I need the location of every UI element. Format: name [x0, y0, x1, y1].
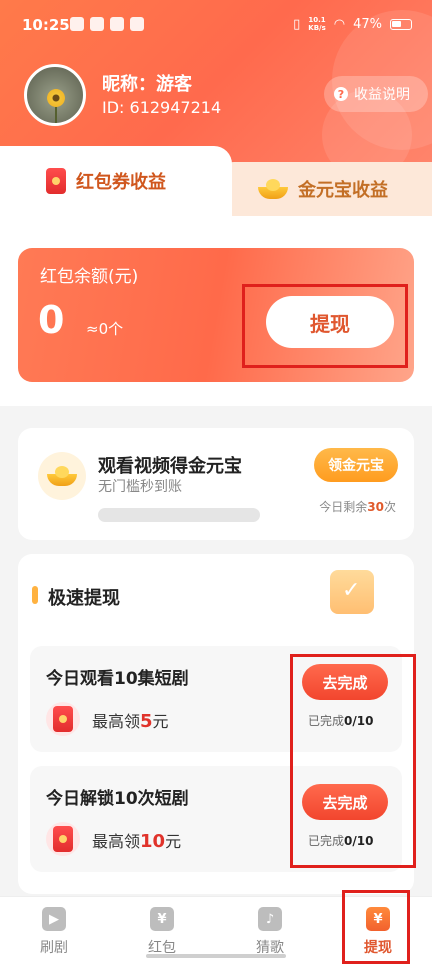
balance-label: 红包余额(元)	[40, 267, 139, 287]
highlight-box	[290, 654, 416, 868]
mail-icon	[70, 17, 84, 31]
gold-ingot-badge	[38, 452, 86, 500]
help-label: 收益说明	[354, 87, 410, 103]
highlight-box	[342, 890, 410, 964]
remaining-count: 今日剩余30次	[319, 500, 396, 514]
battery-text: 47%	[353, 16, 382, 32]
battery-icon	[390, 18, 412, 30]
app-notification-icon	[110, 17, 124, 31]
red-packet-icon-badge	[46, 822, 80, 856]
calendar-check-icon	[330, 570, 374, 614]
earnings-tabs: 金元宝收益 红包券收益	[0, 146, 432, 216]
status-time: 10:25	[22, 16, 70, 34]
video-task-subtitle: 无门槛秒到账	[98, 479, 182, 495]
notification-icons	[70, 17, 144, 31]
flower-image	[47, 89, 65, 107]
red-packet-icon	[46, 168, 66, 194]
home-indicator[interactable]	[146, 954, 286, 958]
video-task-title: 观看视频得金元宝	[98, 456, 242, 477]
task-title: 今日解锁10次短剧	[46, 789, 189, 809]
net-speed: 10.1 KB/s	[308, 16, 326, 32]
fast-withdraw-title: 极速提现	[48, 588, 120, 609]
tab-red-packet[interactable]: 红包券收益	[0, 146, 232, 216]
red-packet-icon-badge	[46, 702, 80, 736]
task-reward: 最高领10元	[92, 831, 182, 852]
highlight-box	[242, 284, 408, 368]
claim-gold-button[interactable]: 领金元宝	[314, 448, 398, 482]
gold-ingot-icon	[47, 466, 77, 486]
wifi-icon: ◠	[333, 16, 346, 32]
balance-coins: ≈0个	[86, 320, 124, 338]
red-packet-icon	[53, 826, 73, 852]
task-reward: 最高领5元	[92, 711, 169, 732]
user-id: ID: 612947214	[102, 98, 222, 117]
video-icon: ▶	[42, 907, 66, 931]
balance-card: 红包余额(元) 0 ≈0个 提现	[18, 248, 414, 382]
balance-amount: 0	[38, 298, 65, 342]
question-icon: ?	[334, 87, 348, 101]
nav-item-shuaju[interactable]: ▶ 刷剧	[0, 897, 108, 964]
section-marker	[32, 586, 38, 604]
task-title: 今日观看10集短剧	[46, 669, 189, 689]
video-reward-card: 观看视频得金元宝 无门槛秒到账 领金元宝 今日剩余30次	[18, 428, 414, 540]
earnings-help-button[interactable]: ? 收益说明	[324, 76, 428, 112]
vibrate-icon: ▯	[293, 16, 301, 32]
video-task-progress-bar	[98, 508, 260, 522]
avatar[interactable]	[24, 64, 86, 126]
nickname: 昵称：游客	[102, 74, 192, 95]
status-right: ▯ 10.1 KB/s ◠ 47%	[293, 16, 412, 32]
red-packet-icon	[53, 706, 73, 732]
tiktok-icon	[130, 17, 144, 31]
gold-ingot-icon	[258, 179, 288, 199]
status-bar: 10:25 ▯ 10.1 KB/s ◠ 47%	[0, 0, 432, 52]
tab-gold-ingot[interactable]: 金元宝收益	[218, 162, 432, 216]
app-notification-icon	[90, 17, 104, 31]
music-icon: ♪	[258, 907, 282, 931]
red-packet-icon: ¥	[150, 907, 174, 931]
